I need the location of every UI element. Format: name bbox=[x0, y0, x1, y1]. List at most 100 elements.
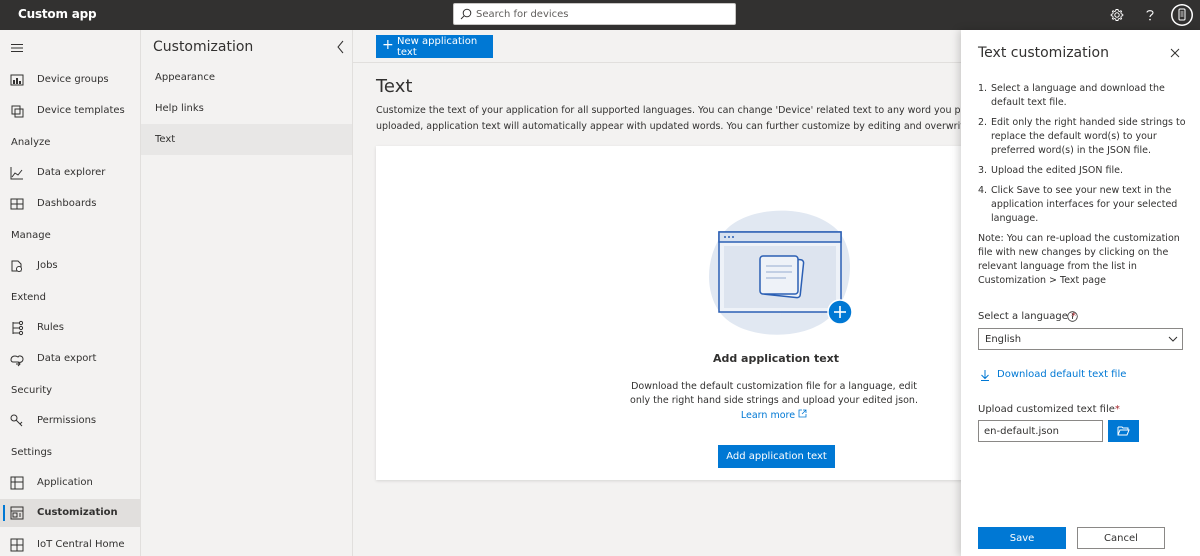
folder-open-icon bbox=[1117, 426, 1130, 435]
gear-icon[interactable] bbox=[1108, 6, 1126, 24]
step-text: Upload the edited JSON file. bbox=[991, 165, 1123, 176]
page-title: Text bbox=[376, 76, 413, 97]
app-title[interactable]: Custom app bbox=[18, 7, 97, 21]
nav-item-rules[interactable]: Rules bbox=[0, 314, 140, 342]
subnav-item-help-links[interactable]: Help links bbox=[141, 93, 352, 124]
nav-item-label: Jobs bbox=[37, 260, 58, 271]
step-item: 2. Edit only the right handed side string… bbox=[978, 117, 1186, 156]
panel-note: Note: You can re-upload the customizatio… bbox=[978, 233, 1180, 286]
subnav-item-label: Text bbox=[155, 134, 176, 145]
cancel-button[interactable]: Cancel bbox=[1077, 527, 1165, 549]
main-content: Text Customize the text of your applicat… bbox=[353, 64, 961, 556]
step-text: Select a language and download the defau… bbox=[991, 83, 1165, 108]
download-icon[interactable] bbox=[980, 369, 990, 381]
search-icon bbox=[460, 8, 472, 20]
close-icon[interactable] bbox=[1169, 47, 1181, 59]
browse-file-button[interactable] bbox=[1108, 420, 1139, 442]
page-description: Customize the text of your application f… bbox=[376, 103, 961, 135]
language-label: Select a language * bbox=[978, 311, 1076, 322]
home-grid-icon bbox=[10, 538, 24, 552]
nav-section-analyze: Analyze bbox=[11, 137, 51, 148]
nav-section-security: Security bbox=[11, 385, 53, 396]
jobs-icon bbox=[11, 260, 22, 272]
steps-list: 1. Select a language and download the def… bbox=[978, 82, 1186, 232]
plus-icon: + bbox=[382, 37, 394, 53]
step-item: 1. Select a language and download the def… bbox=[978, 83, 1165, 108]
dashboard-icon bbox=[10, 198, 24, 210]
language-select-value: English bbox=[985, 334, 1022, 345]
subnav-title: Customization bbox=[153, 39, 254, 55]
key-icon bbox=[10, 414, 23, 427]
upload-label-text: Upload customized text file bbox=[978, 404, 1115, 415]
language-label-text: Select a language bbox=[978, 311, 1068, 322]
rules-icon bbox=[12, 320, 24, 336]
empty-state-card: Add application text Download the defaul… bbox=[376, 146, 961, 480]
learn-more-label: Learn more bbox=[740, 410, 796, 421]
new-application-text-button[interactable]: + New application text bbox=[376, 35, 493, 58]
search-box[interactable] bbox=[453, 3, 736, 25]
add-text-illustration-icon bbox=[709, 210, 853, 335]
panel-title: Text customization bbox=[978, 45, 1109, 61]
nav-item-device-groups[interactable]: Device groups bbox=[0, 66, 140, 94]
nav-item-label: Customization bbox=[37, 507, 118, 518]
nav-section-settings: Settings bbox=[11, 447, 53, 458]
new-button-label: New application text bbox=[397, 35, 478, 58]
required-marker: * bbox=[1114, 404, 1120, 415]
command-bar: + New application text bbox=[353, 30, 961, 63]
active-indicator bbox=[3, 505, 5, 521]
subnav-item-text[interactable]: Text bbox=[141, 124, 352, 155]
nav-item-label: Device templates bbox=[37, 105, 125, 116]
description-line: Customize the text of your application f… bbox=[376, 105, 961, 116]
nav-item-jobs[interactable]: Jobs bbox=[0, 252, 140, 280]
nav-item-label: Permissions bbox=[37, 415, 97, 426]
external-link-icon bbox=[798, 409, 807, 418]
left-nav: Device groups Device templates Analyze D… bbox=[0, 30, 141, 556]
main-area: + New application text Text Customize th… bbox=[353, 30, 961, 556]
nav-item-data-explorer[interactable]: Data explorer bbox=[0, 159, 140, 187]
nav-item-label: Device groups bbox=[37, 74, 109, 85]
template-icon bbox=[11, 105, 24, 118]
help-icon[interactable] bbox=[1141, 6, 1159, 24]
upload-label: Upload customized text file* bbox=[978, 404, 1120, 415]
nav-section-manage: Manage bbox=[11, 230, 51, 241]
nav-item-application[interactable]: Application bbox=[0, 469, 140, 497]
hamburger-menu-icon[interactable] bbox=[10, 43, 24, 53]
nav-item-data-export[interactable]: Data export bbox=[0, 345, 140, 373]
step-item: 3. Upload the edited JSON file. bbox=[978, 165, 1123, 176]
subnav-item-label: Help links bbox=[155, 103, 204, 114]
user-avatar-icon[interactable] bbox=[1170, 3, 1194, 27]
top-bar: Custom app bbox=[0, 0, 1200, 30]
nav-item-customization[interactable]: Customization bbox=[0, 499, 140, 527]
info-icon[interactable] bbox=[1067, 311, 1078, 322]
nav-item-label: Data export bbox=[37, 353, 97, 364]
nav-item-iot-central-home[interactable]: IoT Central Home bbox=[0, 531, 140, 556]
add-application-text-button[interactable]: Add application text bbox=[718, 445, 835, 468]
nav-item-label: Rules bbox=[37, 322, 64, 333]
chevron-down-icon bbox=[1168, 336, 1178, 342]
save-button[interactable]: Save bbox=[978, 527, 1066, 549]
export-icon bbox=[10, 355, 24, 367]
subnav-item-appearance[interactable]: Appearance bbox=[141, 62, 352, 93]
application-icon bbox=[10, 476, 24, 490]
nav-section-extend: Extend bbox=[11, 292, 46, 303]
nav-item-permissions[interactable]: Permissions bbox=[0, 407, 140, 435]
nav-item-dashboards[interactable]: Dashboards bbox=[0, 190, 140, 218]
description-line: uploaded, application text will automati… bbox=[376, 121, 961, 132]
customization-subnav: Customization Appearance Help links Text bbox=[141, 30, 353, 556]
card-description: Download the default customization file … bbox=[630, 381, 918, 406]
step-text: Click Save to see your new text in the a… bbox=[991, 185, 1178, 224]
download-default-text-link[interactable]: Download default text file bbox=[997, 369, 1126, 380]
search-input[interactable] bbox=[476, 6, 726, 22]
language-select[interactable]: English bbox=[978, 328, 1183, 350]
nav-item-label: Dashboards bbox=[37, 198, 97, 209]
chart-icon bbox=[10, 74, 24, 86]
learn-more-link[interactable]: Learn more bbox=[724, 409, 824, 421]
nav-item-label: Data explorer bbox=[37, 167, 106, 178]
card-heading-text: Add application text bbox=[712, 352, 840, 365]
chevron-left-icon[interactable] bbox=[336, 40, 346, 54]
nav-item-device-templates[interactable]: Device templates bbox=[0, 97, 140, 125]
upload-file-input[interactable] bbox=[978, 420, 1103, 442]
subnav-item-label: Appearance bbox=[155, 72, 216, 83]
nav-item-label: Application bbox=[37, 477, 93, 488]
line-chart-icon bbox=[10, 167, 23, 180]
